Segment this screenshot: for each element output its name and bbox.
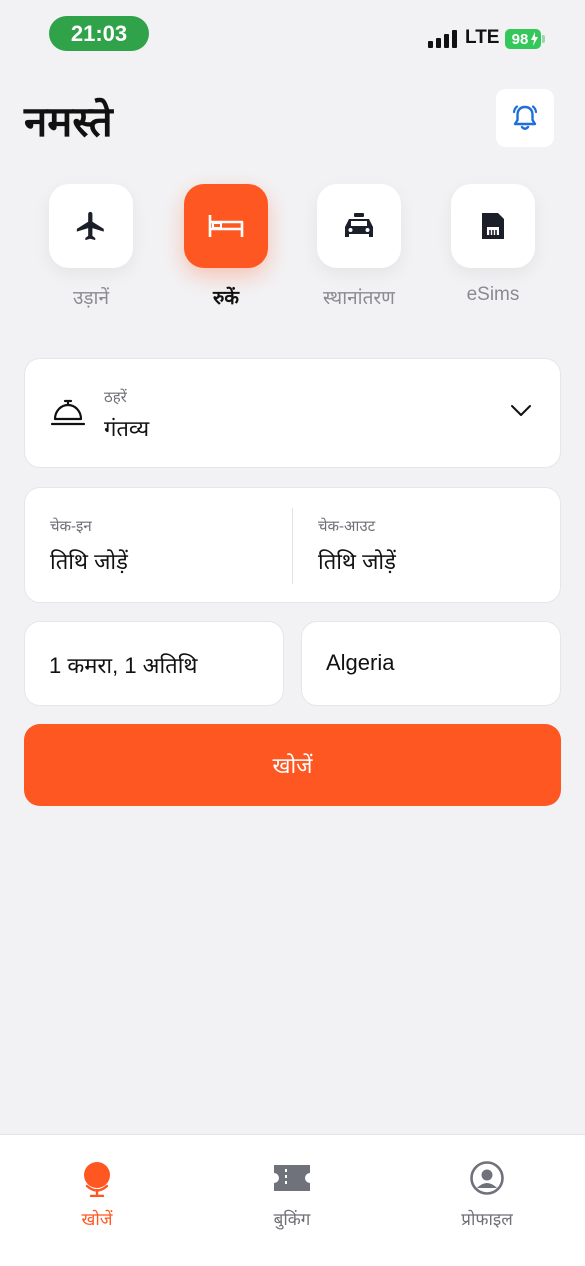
category-esims-label: eSims: [466, 284, 520, 305]
checkout-label: चेक-आउट: [318, 518, 376, 535]
category-flights[interactable]: उड़ानें: [48, 184, 134, 310]
bottom-nav: खोजें बुकिंग प्रोफाइल: [0, 1134, 585, 1266]
nav-profile-label: प्रोफाइल: [461, 1210, 513, 1229]
category-esims[interactable]: eSims: [450, 184, 536, 306]
network-type: LTE: [465, 27, 500, 48]
charging-bolt-icon: [531, 32, 538, 46]
nav-profile[interactable]: प्रोफाइल: [427, 1159, 547, 1230]
airplane-icon: [76, 211, 104, 241]
checkin-label: चेक-इन: [50, 518, 92, 535]
checkout-field[interactable]: चेक-आउट तिथि जोड़ें: [318, 516, 396, 576]
concierge-bell-icon: [51, 399, 85, 426]
category-stays-tile[interactable]: [184, 184, 268, 268]
nav-search-label: खोजें: [81, 1210, 113, 1229]
checkout-value: तिथि जोड़ें: [318, 549, 396, 574]
category-esims-tile[interactable]: [451, 184, 535, 268]
taxi-icon: [345, 213, 373, 237]
rooms-guests-field[interactable]: 1 कमरा, 1 अतिथि: [24, 621, 284, 706]
category-flights-tile[interactable]: [49, 184, 133, 268]
page-title: नमस्ते: [24, 98, 113, 145]
bed-icon: [208, 215, 244, 237]
sim-card-icon: [482, 213, 504, 239]
checkin-field[interactable]: चेक-इन तिथि जोड़ें: [50, 516, 128, 576]
checkin-value: तिथि जोड़ें: [50, 549, 128, 574]
bell-icon: [512, 105, 538, 130]
chevron-down-icon[interactable]: [510, 404, 532, 418]
rooms-guests-value: 1 कमरा, 1 अतिथि: [49, 653, 198, 678]
nav-bookings-label: बुकिंग: [273, 1210, 311, 1229]
dates-divider: [292, 508, 293, 584]
category-flights-label: उड़ानें: [72, 288, 110, 309]
battery-icon: 98: [505, 29, 541, 49]
destination-label: ठहरें: [104, 389, 127, 406]
status-bar: 21:03 LTE 98: [0, 0, 585, 62]
category-transfers-label: स्थानांतरण: [323, 288, 395, 309]
battery-tip: [542, 35, 545, 43]
nav-search[interactable]: खोजें: [37, 1159, 157, 1230]
category-stays[interactable]: रुकें: [183, 184, 269, 310]
globe-icon: [84, 1162, 110, 1197]
search-button[interactable]: खोजें: [24, 724, 561, 806]
category-stays-label: रुकें: [213, 288, 239, 309]
signal-icon: [428, 30, 457, 48]
profile-icon: [470, 1161, 504, 1195]
battery-level: 98: [511, 30, 529, 48]
destination-field[interactable]: ठहरें गंतव्य: [24, 358, 561, 468]
country-value: Algeria: [326, 650, 395, 675]
notifications-button[interactable]: [496, 89, 554, 147]
dates-field: चेक-इन तिथि जोड़ें चेक-आउट तिथि जोड़ें: [24, 487, 561, 603]
ticket-icon: [274, 1165, 310, 1191]
status-time: 21:03: [49, 16, 149, 51]
nav-bookings[interactable]: बुकिंग: [232, 1159, 352, 1230]
country-field[interactable]: Algeria: [301, 621, 561, 706]
category-transfers-tile[interactable]: [317, 184, 401, 268]
destination-value: गंतव्य: [104, 416, 150, 441]
category-transfers[interactable]: स्थानांतरण: [316, 184, 402, 310]
